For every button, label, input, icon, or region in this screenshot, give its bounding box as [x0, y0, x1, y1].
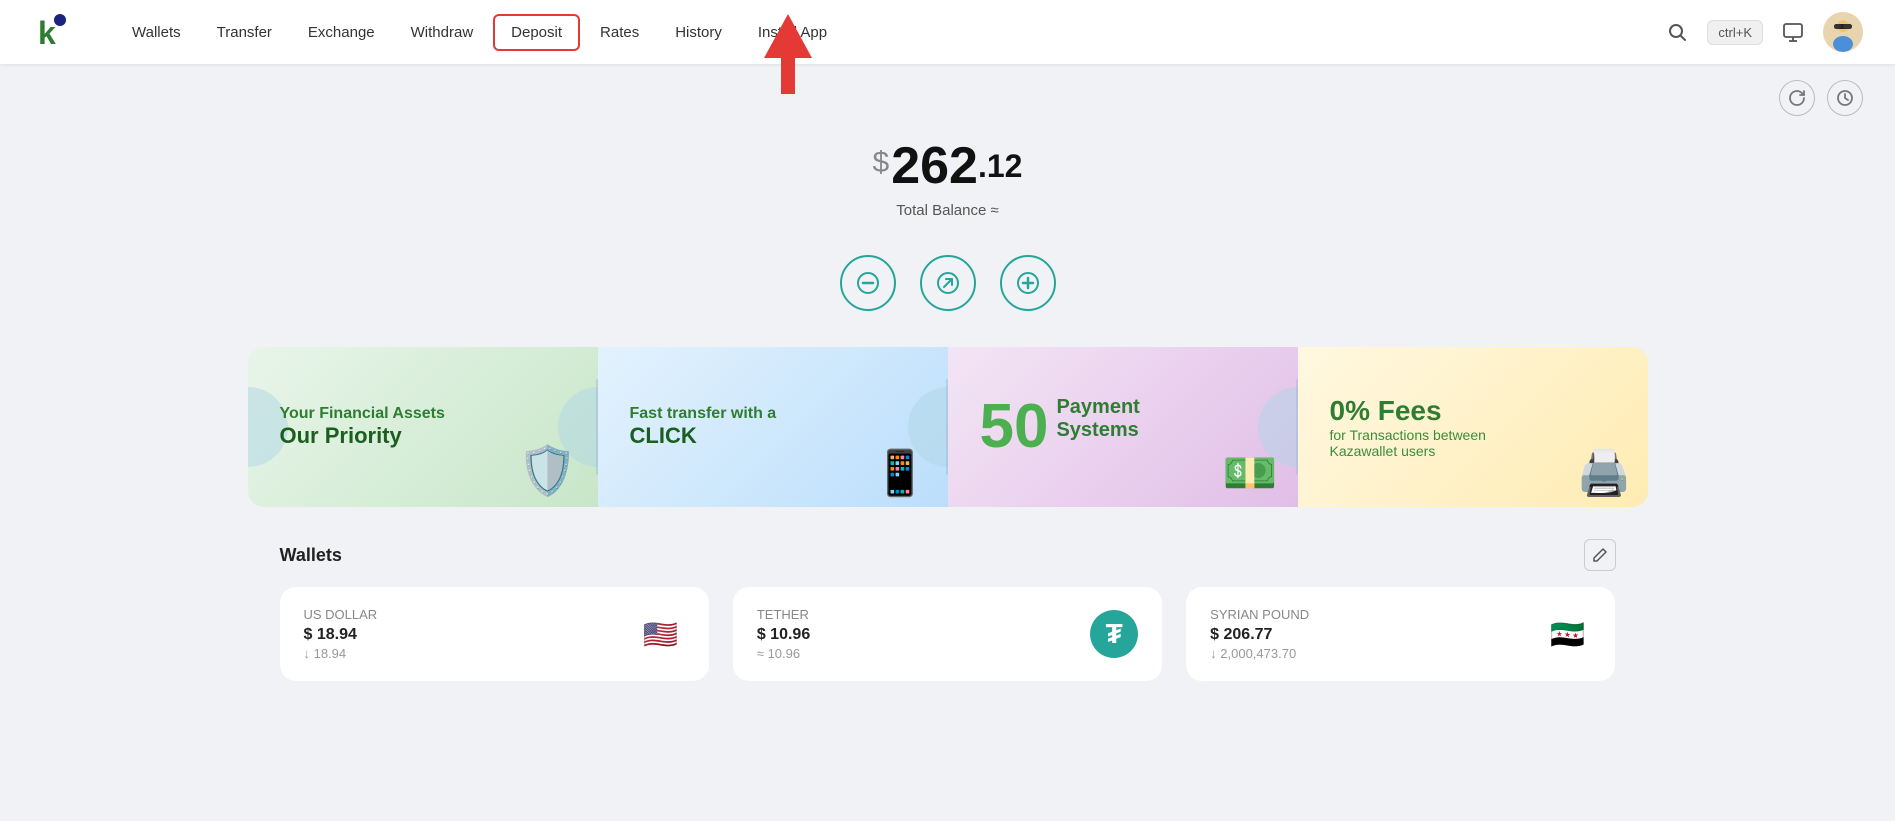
promo-transfer: Fast transfer with a CLICK 📱 — [598, 347, 948, 507]
promo-banner: Your Financial Assets Our Priority 🛡️ Fa… — [248, 347, 1648, 507]
nav-links: Wallets Transfer Exchange Withdraw Depos… — [116, 14, 1659, 51]
balance-amount: $ 262 .12 — [873, 136, 1023, 196]
promo-transfer-title: Fast transfer with a — [630, 405, 916, 423]
nav-install[interactable]: Install App — [742, 16, 843, 49]
promo-transfer-subtitle: CLICK — [630, 423, 916, 449]
history-button[interactable] — [1827, 80, 1863, 116]
balance-integer: 262 — [891, 136, 978, 196]
promo-fees-line3: Kazawallet users — [1330, 443, 1616, 459]
wallet-native-usdt: ≈ 10.96 — [757, 646, 1074, 661]
promo-security: Your Financial Assets Our Priority 🛡️ — [248, 347, 598, 507]
wallet-info-syp: SYRIAN POUND $ 206.77 ↓ 2,000,473.70 — [1210, 607, 1527, 661]
wallet-native-usd: ↓ 18.94 — [304, 646, 621, 661]
wallet-syp-amount: $ 206.77 — [1210, 626, 1527, 644]
wallet-flag-syp: 🇸🇾 — [1543, 610, 1591, 658]
search-button[interactable] — [1659, 14, 1695, 50]
wallet-info-usdt: TETHER $ 10.96 ≈ 10.96 — [757, 607, 1074, 661]
wallet-flag-usdt: ₮ — [1090, 610, 1138, 658]
wallet-cards: US DOLLAR $ 18.94 ↓ 18.94 🇺🇸 TETHER $ 10… — [280, 587, 1616, 681]
nav-exchange[interactable]: Exchange — [292, 16, 391, 49]
wallet-usd-amount: $ 18.94 — [304, 626, 621, 644]
wallets-section: Wallets US DOLLAR $ 18.94 ↓ 18.94 🇺🇸 — [248, 539, 1648, 681]
wallet-card-syp[interactable]: SYRIAN POUND $ 206.77 ↓ 2,000,473.70 🇸🇾 — [1186, 587, 1615, 681]
promo-security-title: Your Financial Assets — [280, 405, 566, 423]
top-right-icons — [1779, 80, 1863, 116]
wallet-name-syp: SYRIAN POUND — [1210, 607, 1527, 622]
screen-icon[interactable] — [1775, 14, 1811, 50]
promo-fees-line2: for Transactions between — [1330, 427, 1616, 443]
wallet-card-usdt[interactable]: TETHER $ 10.96 ≈ 10.96 ₮ — [733, 587, 1162, 681]
logo[interactable]: k — [32, 10, 76, 54]
balance-decimal: .12 — [978, 148, 1022, 185]
main-content: $ 262 .12 Total Balance ≈ — [0, 64, 1895, 681]
wallet-card-usd[interactable]: US DOLLAR $ 18.94 ↓ 18.94 🇺🇸 — [280, 587, 709, 681]
wallets-title: Wallets — [280, 545, 342, 566]
balance-label: Total Balance ≈ — [873, 202, 1023, 219]
wallet-usdt-amount: $ 10.96 — [757, 626, 1074, 644]
wallet-native-syp: ↓ 2,000,473.70 — [1210, 646, 1527, 661]
nav-right: ctrl+K — [1659, 12, 1863, 52]
promo-fees: 0% Fees for Transactions between Kazawal… — [1298, 347, 1648, 507]
deposit-button[interactable] — [1000, 255, 1056, 311]
keyboard-shortcut[interactable]: ctrl+K — [1707, 20, 1763, 45]
promo-payment: 50 Payment Systems 💵 — [948, 347, 1298, 507]
wallet-info-usd: US DOLLAR $ 18.94 ↓ 18.94 — [304, 607, 621, 661]
nav-rates[interactable]: Rates — [584, 16, 655, 49]
navbar: k Wallets Transfer Exchange Withdraw Dep… — [0, 0, 1895, 64]
nav-deposit[interactable]: Deposit — [493, 14, 580, 51]
promo-payment-side2: Systems — [1056, 419, 1139, 442]
balance-section: $ 262 .12 Total Balance ≈ — [873, 136, 1023, 219]
promo-payment-side1: Payment — [1056, 396, 1139, 419]
action-buttons — [840, 255, 1056, 311]
withdraw-button[interactable] — [840, 255, 896, 311]
wallet-name-usdt: TETHER — [757, 607, 1074, 622]
nav-transfer[interactable]: Transfer — [201, 16, 288, 49]
avatar[interactable] — [1823, 12, 1863, 52]
wallet-name-usd: US DOLLAR — [304, 607, 621, 622]
transfer-button[interactable] — [920, 255, 976, 311]
wallets-edit-button[interactable] — [1584, 539, 1616, 571]
currency-symbol: $ — [873, 146, 890, 180]
wallets-header: Wallets — [280, 539, 1616, 571]
promo-payment-big: 50 — [980, 396, 1049, 458]
svg-text:k: k — [38, 15, 56, 51]
nav-history[interactable]: History — [659, 16, 738, 49]
nav-withdraw[interactable]: Withdraw — [395, 16, 490, 49]
promo-fees-line1: 0% Fees — [1330, 395, 1616, 427]
wallet-flag-usd: 🇺🇸 — [637, 610, 685, 658]
refresh-button[interactable] — [1779, 80, 1815, 116]
nav-wallets[interactable]: Wallets — [116, 16, 197, 49]
